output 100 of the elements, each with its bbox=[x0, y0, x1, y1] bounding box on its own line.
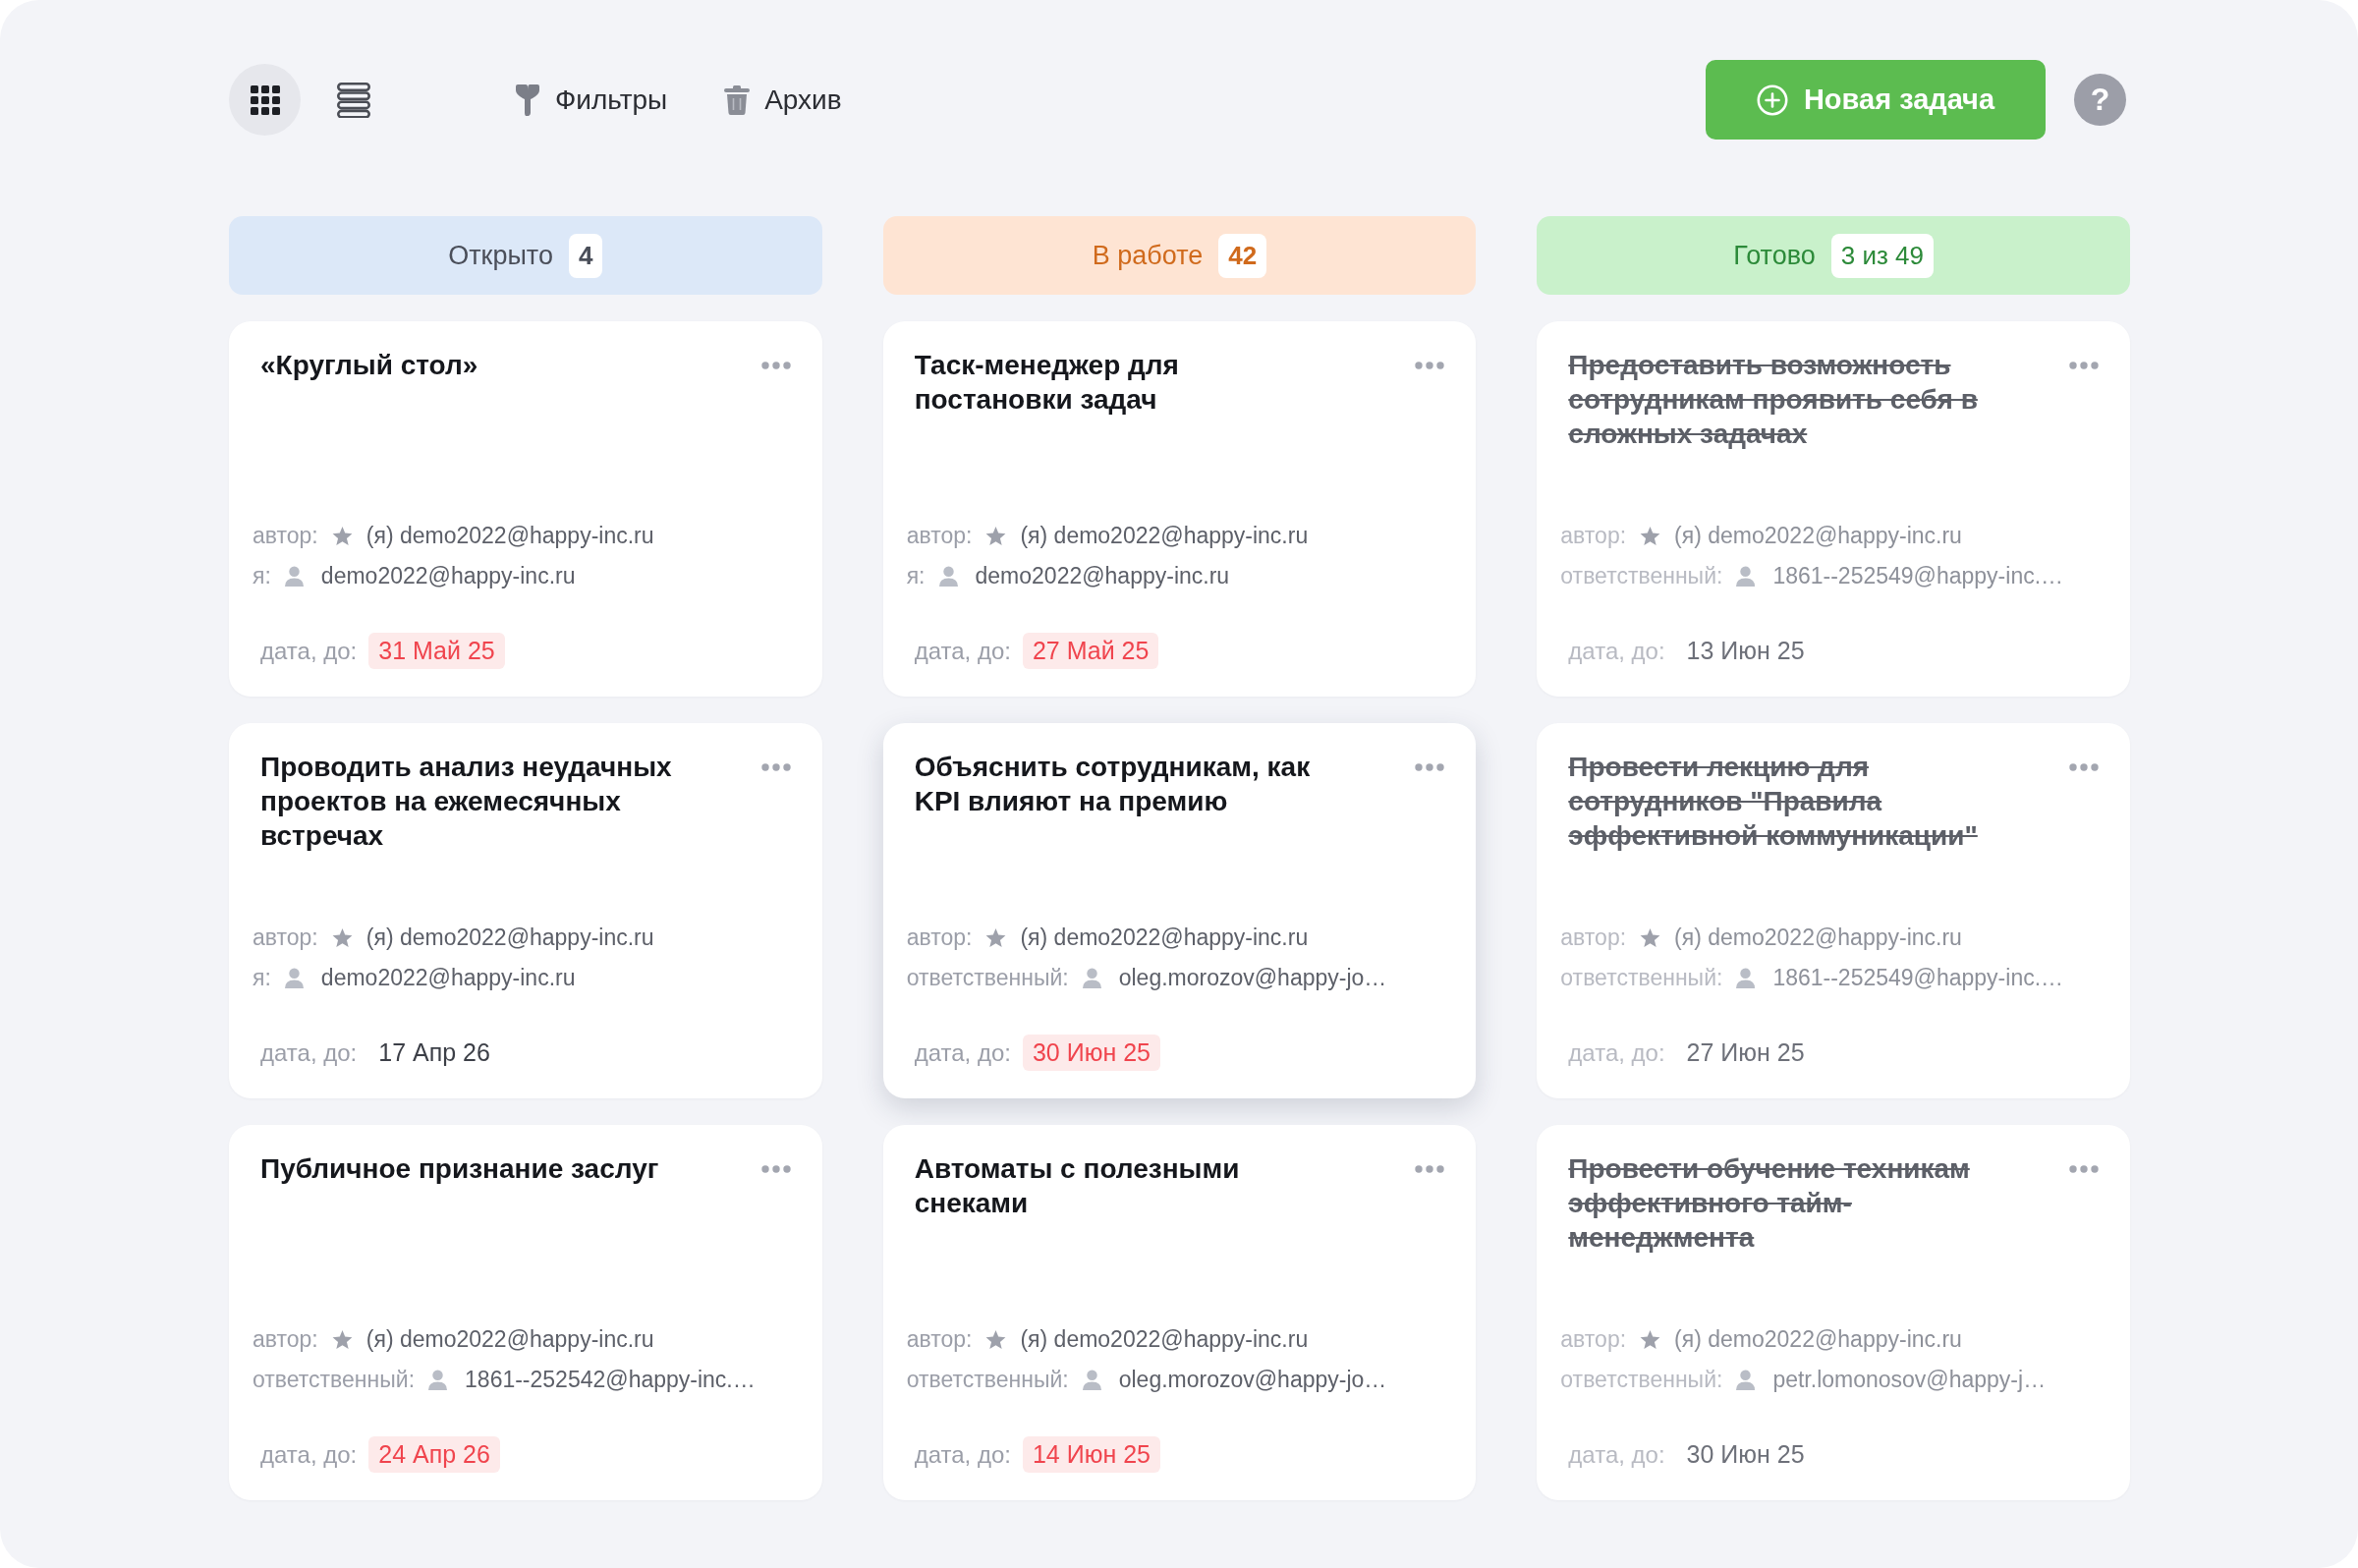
ellipsis-icon bbox=[760, 763, 791, 771]
task-card[interactable]: Публичное признание заслуг автор: (я) demo2022@happy-inc.ru ответственный: 1861--252542@happy-inc.… дата, до: 24 Апр 26 bbox=[229, 1125, 822, 1500]
task-title: Проводить анализ неудачных проектов на ежемесячных встречах bbox=[260, 751, 673, 853]
due-date: 13 Июн 25 bbox=[1685, 636, 1806, 666]
archive-button[interactable]: Архив bbox=[724, 84, 842, 116]
ellipsis-icon bbox=[2069, 362, 2099, 369]
field-label: дата, до: bbox=[914, 637, 1011, 665]
field-label: дата, до: bbox=[1568, 637, 1665, 665]
person-icon bbox=[284, 566, 304, 587]
due-date: 14 Июн 25 bbox=[1022, 1436, 1160, 1473]
star-icon bbox=[331, 1329, 353, 1350]
assignee-email: demo2022@happy-inc.ru bbox=[320, 563, 576, 589]
task-title: Публичное признание заслуг bbox=[260, 1152, 659, 1186]
task-title: Провести лекцию для сотрудников "Правила эффективной коммуникации" bbox=[1568, 751, 1979, 853]
due-date: 17 Апр 26 bbox=[377, 1037, 491, 1068]
author-email: (я) demo2022@happy-inc.ru bbox=[365, 523, 654, 549]
author-email: (я) demo2022@happy-inc.ru bbox=[1674, 1326, 1962, 1353]
author-email: (я) demo2022@happy-inc.ru bbox=[1020, 523, 1309, 549]
field-label: ответственный: bbox=[253, 1367, 416, 1393]
person-icon bbox=[1736, 1370, 1756, 1390]
ellipsis-icon bbox=[2069, 1165, 2099, 1173]
star-icon bbox=[985, 1329, 1007, 1350]
person-icon bbox=[284, 968, 304, 988]
field-label: автор: bbox=[1560, 1326, 1627, 1353]
due-date: 30 Июн 25 bbox=[1685, 1439, 1806, 1470]
author-email: (я) demo2022@happy-inc.ru bbox=[1674, 924, 1962, 951]
star-icon bbox=[331, 927, 353, 948]
field-label: автор: bbox=[906, 523, 973, 549]
column-title: Открыто bbox=[448, 240, 553, 271]
task-card[interactable]: Проводить анализ неудачных проектов на ежемесячных встречах автор: (я) demo2022@happy-inc.ru я: demo2022@happy-inc.ru дата, до: 17 Апр 26 bbox=[229, 723, 822, 1098]
star-icon bbox=[985, 927, 1007, 948]
assignee-email: demo2022@happy-inc.ru bbox=[320, 965, 576, 991]
field-label: автор: bbox=[1560, 523, 1627, 549]
task-card[interactable]: Автоматы с полезными снеками автор: (я) demo2022@happy-inc.ru ответственный: oleg.morozov@happy-jo… дата, до: 14 Июн 25 bbox=[882, 1125, 1477, 1500]
field-label: дата, до: bbox=[260, 1038, 358, 1067]
task-card[interactable]: Таск-менеджер для постановки задач автор: (я) demo2022@happy-inc.ru я: demo2022@happy-inc.ru дата, до: 27 Май 25 bbox=[882, 321, 1477, 697]
field-label: ответственный: bbox=[906, 1367, 1069, 1393]
plus-circle-icon bbox=[1756, 84, 1788, 116]
person-icon bbox=[1736, 968, 1756, 988]
task-card[interactable]: «Круглый стол» автор: (я) demo2022@happy-inc.ru я: demo2022@happy-inc.ru дата, до: 31 Май 25 bbox=[229, 321, 822, 697]
field-label: дата, до: bbox=[260, 637, 358, 665]
task-title: Объяснить сотрудникам, как KPI влияют на премию bbox=[914, 751, 1312, 818]
author-email: (я) demo2022@happy-inc.ru bbox=[365, 924, 654, 951]
assignee-email: 1861--252549@happy-inc.… bbox=[1772, 965, 2064, 991]
field-label: дата, до: bbox=[1568, 1038, 1665, 1067]
task-title: Провести обучение техникам эффективного тайм-менеджмента bbox=[1568, 1152, 1971, 1255]
assignee-email: petr.lomonosov@happy-j… bbox=[1772, 1367, 2047, 1393]
assignee-email: demo2022@happy-inc.ru bbox=[975, 563, 1230, 589]
field-label: дата, до: bbox=[1568, 1440, 1665, 1469]
field-label: автор: bbox=[253, 1326, 318, 1353]
field-label: автор: bbox=[253, 924, 318, 951]
due-date: 30 Июн 25 bbox=[1022, 1035, 1160, 1071]
task-card[interactable]: Провести лекцию для сотрудников "Правила эффективной коммуникации" автор: (я) demo2022@happy-inc.ru ответственный: 1861--252549@happy-inc.… дата, до: 27 Июн 25 bbox=[1537, 723, 2130, 1098]
field-label: ответственный: bbox=[1560, 1367, 1723, 1393]
ellipsis-icon bbox=[760, 362, 791, 369]
person-icon bbox=[1736, 566, 1756, 587]
star-icon bbox=[1640, 927, 1661, 948]
ellipsis-icon bbox=[760, 1165, 791, 1173]
trash-icon bbox=[724, 84, 751, 115]
author-email: (я) demo2022@happy-inc.ru bbox=[365, 1326, 654, 1353]
field-label: я: bbox=[253, 563, 271, 589]
task-card[interactable]: Объяснить сотрудникам, как KPI влияют на премию автор: (я) demo2022@happy-inc.ru ответственный: oleg.morozov@happy-jo… дата, до: 30 Июн 25 bbox=[882, 723, 1477, 1098]
ellipsis-icon bbox=[1415, 763, 1445, 771]
star-icon bbox=[985, 526, 1007, 546]
field-label: ответственный: bbox=[906, 965, 1069, 991]
field-label: автор: bbox=[1560, 924, 1627, 951]
author-email: (я) demo2022@happy-inc.ru bbox=[1674, 523, 1962, 549]
task-card[interactable]: Предоставить возможность сотрудникам проявить себя в сложных задачах автор: (я) demo2022@happy-inc.ru ответственный: 1861--252549@happy-inc.… дата, до: 13 Июн 25 bbox=[1537, 321, 2130, 697]
assignee-email: oleg.morozov@happy-jo… bbox=[1118, 965, 1387, 991]
task-count: 3 из 49 bbox=[1830, 233, 1934, 278]
field-label: автор: bbox=[906, 1326, 973, 1353]
ellipsis-icon bbox=[1415, 1165, 1445, 1173]
task-title: Автоматы с полезными снеками bbox=[914, 1152, 1241, 1220]
filters-button[interactable]: Фильтры bbox=[515, 84, 668, 116]
task-title: Предоставить возможность сотрудникам проявить себя в сложных задачах bbox=[1568, 349, 1979, 451]
field-label: автор: bbox=[253, 523, 318, 549]
field-label: я: bbox=[253, 965, 271, 991]
task-title: Таск-менеджер для постановки задач bbox=[914, 349, 1180, 417]
person-icon bbox=[1082, 968, 1101, 988]
task-count: 42 bbox=[1218, 233, 1267, 278]
star-icon bbox=[331, 526, 353, 546]
due-date: 31 Май 25 bbox=[368, 633, 505, 669]
star-icon bbox=[1640, 1329, 1661, 1350]
person-icon bbox=[938, 566, 958, 587]
field-label: дата, до: bbox=[914, 1038, 1011, 1067]
field-label: дата, до: bbox=[260, 1440, 358, 1469]
assignee-email: 1861--252542@happy-inc.… bbox=[465, 1367, 756, 1393]
due-date: 27 Июн 25 bbox=[1685, 1037, 1806, 1068]
ellipsis-icon bbox=[2069, 763, 2099, 771]
column-title: Готово bbox=[1733, 240, 1816, 271]
field-label: дата, до: bbox=[914, 1440, 1011, 1469]
field-label: я: bbox=[906, 563, 926, 589]
task-card[interactable]: Провести обучение техникам эффективного тайм-менеджмента автор: (я) demo2022@happy-inc.ru ответственный: petr.lomonosov@happy-j… дата, до: 30 Июн 25 bbox=[1537, 1125, 2130, 1500]
list-icon bbox=[336, 82, 370, 118]
author-email: (я) demo2022@happy-inc.ru bbox=[1020, 1326, 1309, 1353]
author-email: (я) demo2022@happy-inc.ru bbox=[1020, 924, 1309, 951]
grid-icon bbox=[250, 84, 280, 115]
field-label: ответственный: bbox=[1560, 563, 1723, 589]
field-label: ответственный: bbox=[1560, 965, 1723, 991]
task-count: 4 bbox=[568, 233, 603, 278]
